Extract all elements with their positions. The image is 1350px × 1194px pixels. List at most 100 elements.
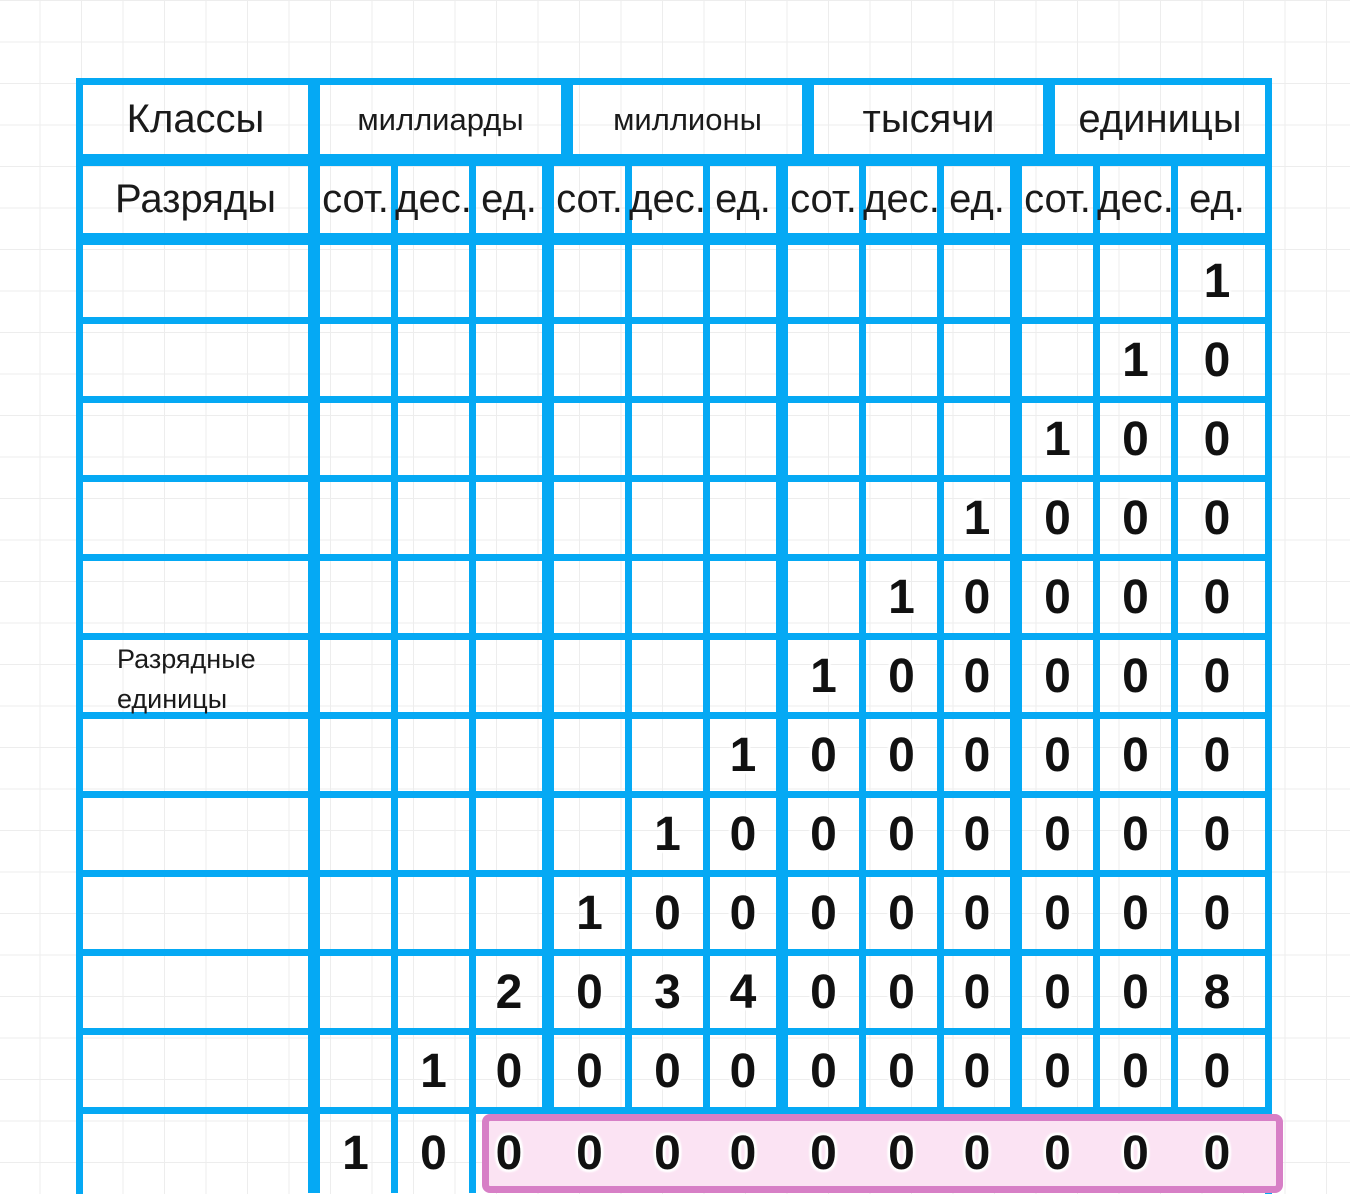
digit-value: 8: [1203, 965, 1231, 1019]
digit-value: 2: [495, 965, 523, 1019]
digit-value: 0: [1122, 965, 1149, 1019]
digit-cell: [398, 798, 476, 870]
digit-cell: 0: [788, 956, 866, 1028]
table-row: 100000: [83, 640, 1265, 719]
digit-cell: 0: [1100, 640, 1178, 712]
digit-value: 1: [576, 886, 603, 940]
digit-cell: 0: [1022, 798, 1100, 870]
digit-cell: 0: [1100, 798, 1178, 870]
rank-header-8: ед.: [944, 166, 1022, 233]
digit-cell: 0: [866, 956, 944, 1028]
digit-cell: 0: [1178, 561, 1256, 633]
digit-cell: 0: [1100, 719, 1178, 791]
digit-cell: 0: [1022, 877, 1100, 949]
digit-cell: [476, 640, 554, 712]
digit-cell: [476, 403, 554, 475]
digit-cell: [788, 324, 866, 396]
digit-cell: 0: [398, 1114, 476, 1193]
rank-header-10: дес.: [1097, 166, 1178, 233]
digit-cell: 1: [398, 1035, 476, 1107]
table-header-classes-row: Классы миллиарды миллионы тысячи единицы: [83, 85, 1265, 166]
digit-value: 0: [1122, 570, 1149, 624]
table-row: 10: [83, 324, 1265, 403]
digit-value: 0: [1122, 412, 1149, 466]
digit-cell: 1: [320, 1114, 398, 1193]
table-header-ranks-row: Разряды сот. дес. ед. сот. дес. ед. сот.…: [83, 166, 1265, 245]
digit-value: 0: [1203, 570, 1231, 624]
digit-value: 1: [963, 491, 991, 545]
digit-cell: 0: [1100, 482, 1178, 554]
digit-value: 0: [810, 965, 837, 1019]
digit-cell: 0: [1178, 324, 1256, 396]
digit-cell: [788, 403, 866, 475]
side-label-spacer: [83, 561, 320, 633]
digit-cell: 0: [1178, 482, 1256, 554]
table-row: 100000000000: [83, 1114, 1265, 1193]
digit-cell: 0: [1100, 1035, 1178, 1107]
digit-value: 0: [729, 1044, 757, 1098]
digit-cell: [944, 403, 1022, 475]
digit-value: 0: [1122, 728, 1149, 782]
digit-cell: 0: [1178, 640, 1256, 712]
digit-cell: 2: [476, 956, 554, 1028]
digit-cell: [320, 324, 398, 396]
digit-cell: [710, 561, 788, 633]
digit-cell: [320, 798, 398, 870]
digit-cell: 1: [632, 798, 710, 870]
rank-header-6: сот.: [788, 166, 866, 233]
side-label-spacer: [83, 719, 320, 791]
digit-cell: [632, 403, 710, 475]
digit-cell: 0: [710, 798, 788, 870]
rank-header-9: сот.: [1022, 166, 1100, 233]
digit-value: 4: [729, 965, 757, 1019]
digit-cell: 0: [1100, 561, 1178, 633]
digit-cell: [554, 324, 632, 396]
digit-value: 0: [495, 1127, 523, 1180]
digit-cell: 1: [1022, 403, 1100, 475]
digit-value: 0: [1044, 886, 1071, 940]
class-header-milliony: миллионы: [573, 85, 814, 154]
digit-cell: [632, 245, 710, 317]
table-row: 10000: [83, 561, 1265, 640]
digit-cell: [632, 561, 710, 633]
digit-cell: [554, 561, 632, 633]
digit-cell: [320, 245, 398, 317]
digit-value: 0: [1044, 1044, 1071, 1098]
digit-cell: [788, 561, 866, 633]
table-row: 100: [83, 403, 1265, 482]
digit-value: 1: [654, 807, 681, 861]
table-row: 2034000008: [83, 956, 1265, 1035]
digit-cell: [632, 324, 710, 396]
digit-value: 0: [963, 649, 991, 703]
digit-value: 0: [888, 728, 915, 782]
digit-cell: 0: [1178, 403, 1256, 475]
digit-value: 0: [963, 570, 991, 624]
digit-cell: [320, 561, 398, 633]
digit-cell: 0: [944, 1114, 1022, 1193]
rank-header-4: дес.: [629, 166, 710, 233]
rank-header-7: дес.: [863, 166, 944, 233]
digit-cell: [320, 482, 398, 554]
digit-cell: 1: [944, 482, 1022, 554]
digit-value: 0: [810, 728, 837, 782]
digit-cell: [320, 719, 398, 791]
digit-value: 0: [888, 807, 915, 861]
digit-value: 0: [963, 728, 991, 782]
digit-cell: [866, 403, 944, 475]
digit-cell: 1: [710, 719, 788, 791]
digit-cell: 0: [710, 1114, 788, 1193]
digit-value: 0: [963, 807, 991, 861]
digit-cell: 0: [944, 877, 1022, 949]
digit-cell: 0: [1100, 877, 1178, 949]
digit-cell: [632, 640, 710, 712]
digit-value: 0: [654, 1127, 681, 1180]
digit-cell: [320, 1035, 398, 1107]
digit-cell: [398, 719, 476, 791]
digit-cell: [476, 482, 554, 554]
digit-value: 0: [1203, 412, 1231, 466]
digit-value: 0: [576, 1044, 603, 1098]
digit-cell: [554, 798, 632, 870]
table-row: 10000000: [83, 798, 1265, 877]
rank-header-2: ед.: [476, 166, 554, 233]
digit-cell: [476, 245, 554, 317]
